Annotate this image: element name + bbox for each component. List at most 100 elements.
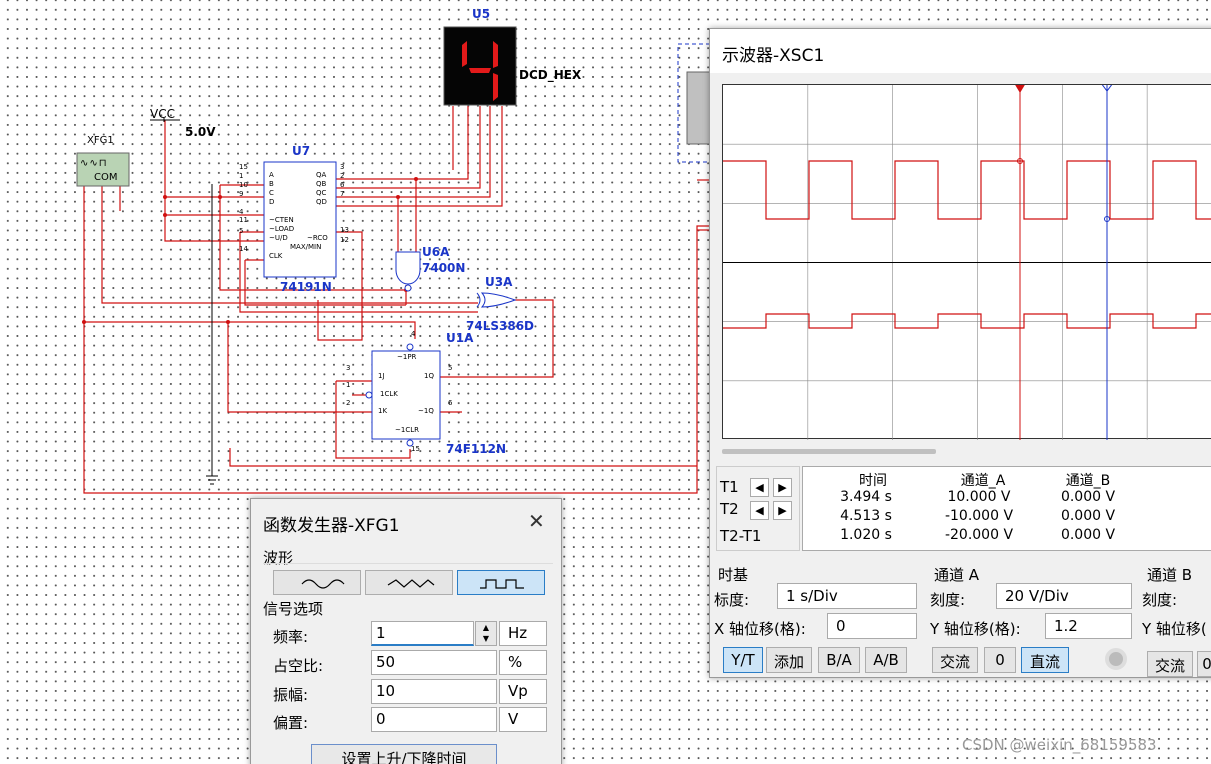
square-wave-button[interactable]: [457, 570, 545, 595]
x-position-label: X 轴位移(格):: [714, 620, 806, 638]
u7-pin-b: B: [269, 180, 274, 188]
u1a-label: U1A: [446, 331, 474, 345]
duty-cycle-unit[interactable]: %: [499, 650, 547, 675]
u3a-part-label: 74LS386D: [466, 319, 534, 333]
u7-pinnum-7: 7: [340, 190, 345, 198]
t2-channel-a: -10.000 V: [944, 508, 1014, 524]
u7-pin-a: A: [269, 171, 274, 179]
channel-a-scale-input[interactable]: 20 V/Div: [996, 583, 1132, 609]
set-rise-fall-time-button[interactable]: 设置上升/下降时间: [311, 744, 497, 764]
square-icon: [480, 579, 524, 589]
u7-pinnum-6: 6: [340, 181, 345, 189]
u7-pin-qc: QC: [316, 189, 327, 197]
timebase-group-label: 时基: [718, 566, 749, 584]
t2t1-time: 1.020 s: [840, 527, 892, 543]
u7-pinnum-4: 4: [239, 208, 244, 216]
channel-a-trace: [723, 160, 1211, 220]
u7-pinnum-9: 9: [239, 190, 244, 198]
ba-mode-button[interactable]: B/A: [818, 647, 860, 673]
vcc-voltage-label: 5.0V: [185, 125, 216, 139]
u7-pin-qd: QD: [316, 198, 327, 206]
offset-input[interactable]: 0: [371, 707, 497, 732]
frequency-label: 频率:: [273, 628, 309, 646]
triangle-icon: [387, 579, 435, 588]
offset-unit[interactable]: V: [499, 707, 547, 732]
u7-pinnum-14: 14: [239, 245, 248, 253]
oscilloscope-screen[interactable]: [722, 82, 1211, 440]
amplitude-input[interactable]: 10: [371, 679, 497, 704]
u1a-pin-1k: 1K: [378, 407, 388, 415]
u1a-pinnum-15: 15: [411, 445, 420, 453]
u7-label: U7: [292, 144, 311, 158]
t1-channel-b: 0.000 V: [1060, 489, 1116, 505]
frequency-input[interactable]: 1: [371, 621, 474, 646]
channel-b-trace: [723, 313, 1211, 329]
sine-icon: [301, 579, 345, 589]
u1a-pin-n1q: ~1Q: [418, 407, 434, 415]
measurement-table: 时间 通道_A 通道_B 3.494 s 10.000 V 0.000 V 4.…: [802, 466, 1211, 551]
t1-time: 3.494 s: [840, 489, 892, 505]
frequency-spinner[interactable]: ▲ ▼: [475, 621, 497, 646]
u3a-label: U3A: [485, 275, 513, 289]
y-position-input[interactable]: 1.2: [1045, 613, 1132, 639]
u7-pin-clk: CLK: [269, 252, 283, 260]
t1-channel-a: 10.000 V: [947, 489, 1011, 505]
u1a-pin-clr: ~1CLR: [395, 426, 419, 434]
ab-mode-button[interactable]: A/B: [865, 647, 907, 673]
u7-pinnum-10: 10: [239, 181, 248, 189]
u7-pin-ud: ~U/D: [269, 234, 288, 242]
y-position-label: Y 轴位移(格):: [930, 620, 1021, 638]
channel-a-ac-button[interactable]: 交流: [932, 647, 978, 673]
channel-a-zero-button[interactable]: 0: [984, 647, 1016, 673]
u7-pinnum-12: 12: [340, 236, 349, 244]
channel-b-scale-label: 刻度:: [1142, 591, 1178, 609]
xfg1-wave-icons: ∿∿⊓: [80, 158, 108, 169]
oscilloscope-window[interactable]: 示波器-XSC1 T1 ◀ ▶ T2 ◀ ▶ T2-T1 时间 通道_A 通道_…: [709, 28, 1211, 678]
u1a-pinnum-1: 1: [346, 381, 351, 389]
u7-pin-qa: QA: [316, 171, 327, 179]
t2-right-arrow-icon[interactable]: ▶: [773, 501, 792, 520]
duty-cycle-input[interactable]: 50: [371, 650, 497, 675]
u7-pin-cten: ~CTEN: [269, 216, 294, 224]
t1-right-arrow-icon[interactable]: ▶: [773, 478, 792, 497]
t2-channel-b: 0.000 V: [1060, 508, 1116, 524]
cursor-t1-handle-icon: [1014, 83, 1026, 93]
channel-b-ac-button[interactable]: 交流: [1147, 651, 1193, 677]
yt-mode-button[interactable]: Y/T: [723, 647, 763, 673]
u1a-pinnum-6: 6: [448, 399, 453, 407]
horizontal-scrollbar[interactable]: [722, 449, 936, 454]
channel-a-group-label: 通道 A: [934, 566, 980, 584]
t1-left-arrow-icon[interactable]: ◀: [750, 478, 769, 497]
u7-pin-qb: QB: [316, 180, 327, 188]
col-channel-a-header: 通道_A: [960, 473, 1006, 489]
channel-a-marker-icon[interactable]: [1105, 648, 1127, 670]
u1a-pinnum-3: 3: [346, 364, 351, 372]
u6a-label: U6A: [422, 245, 450, 259]
channel-a-scale-label: 刻度:: [930, 591, 966, 609]
triangle-wave-button[interactable]: [365, 570, 453, 595]
channel-b-group-label: 通道 B: [1147, 566, 1193, 584]
duty-cycle-label: 占空比:: [273, 657, 324, 675]
timebase-scale-input[interactable]: 1 s/Div: [777, 583, 917, 609]
u7-pinnum-1: 1: [239, 172, 244, 180]
u1a-pin-1clk: 1CLK: [380, 390, 398, 398]
xfg1-label: XFG1: [87, 135, 114, 146]
add-mode-button[interactable]: 添加: [766, 647, 812, 673]
watermark-text: CSDN @weixin_68159583: [962, 736, 1157, 754]
x-position-input[interactable]: 0: [827, 613, 917, 639]
channel-b-zero-button[interactable]: 0: [1197, 651, 1211, 677]
frequency-unit[interactable]: Hz: [499, 621, 547, 646]
u7-pinnum-11: 11: [239, 216, 248, 224]
close-icon[interactable]: ✕: [528, 509, 545, 533]
function-generator-window[interactable]: 函数发生器-XFG1 ✕ 波形 信号选项 频率: 1 ▲ ▼ Hz 占空比: 50…: [250, 498, 562, 764]
sine-wave-button[interactable]: [273, 570, 361, 595]
u1a-pinnum-4: 4: [411, 330, 416, 338]
u7-pin-rco: ~RCO: [307, 234, 328, 242]
vcc-label: VCC: [150, 107, 175, 121]
u7-part-label: 74191N: [280, 280, 332, 294]
u1a-pin-pr: ~1PR: [397, 353, 417, 361]
t2-left-arrow-icon[interactable]: ◀: [750, 501, 769, 520]
channel-a-dc-button[interactable]: 直流: [1021, 647, 1069, 673]
osc-window-title: 示波器-XSC1: [722, 46, 825, 66]
amplitude-unit[interactable]: Vp: [499, 679, 547, 704]
